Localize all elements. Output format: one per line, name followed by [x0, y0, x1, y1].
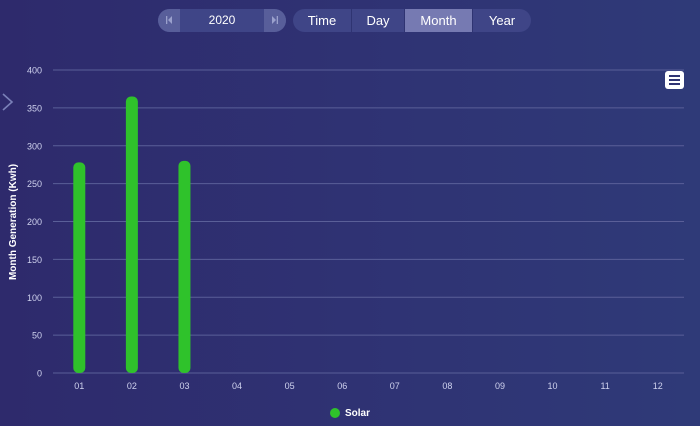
x-tick-label: 10	[548, 381, 558, 391]
x-tick-label: 04	[232, 381, 242, 391]
bar-solar-02[interactable]	[125, 96, 138, 373]
y-tick-label: 350	[27, 103, 42, 113]
x-tick-label: 06	[337, 381, 347, 391]
legend-solar-label[interactable]: Solar	[345, 408, 370, 419]
x-tick-label: 02	[127, 381, 137, 391]
x-tick-label: 09	[495, 381, 505, 391]
y-tick-label: 200	[27, 217, 42, 227]
x-tick-label: 05	[285, 381, 295, 391]
y-axis-label: Month Generation (Kwh)	[8, 164, 19, 280]
x-tick-label: 12	[653, 381, 663, 391]
y-tick-label: 250	[27, 179, 42, 189]
bar-solar-03[interactable]	[178, 160, 191, 373]
legend-solar-marker	[329, 408, 340, 418]
chart-legend: Solar	[0, 405, 700, 421]
bar-chart: 050100150200250300350400 01 02 03 04 05 06 07 0…	[8, 66, 684, 391]
y-tick-label: 400	[27, 66, 42, 76]
bar-solar-01[interactable]	[73, 162, 86, 373]
x-tick-label: 08	[442, 381, 452, 391]
grid-lines	[53, 69, 684, 374]
bars	[73, 96, 191, 373]
y-tick-label: 300	[27, 141, 42, 151]
y-tick-label: 150	[27, 255, 42, 265]
y-tick-label: 50	[32, 331, 42, 341]
x-tick-labels: 01 02 03 04 05 06 07 08 09 10 11 12	[74, 381, 662, 391]
y-tick-labels: 0 50 100 150 200 250 300 350 400	[27, 66, 42, 379]
x-tick-label: 01	[74, 381, 84, 391]
x-tick-label: 11	[600, 381, 609, 391]
x-tick-label: 07	[390, 381, 400, 391]
y-tick-label: 100	[27, 293, 42, 303]
x-tick-label: 03	[179, 381, 189, 391]
y-tick-label: 0	[37, 369, 42, 379]
